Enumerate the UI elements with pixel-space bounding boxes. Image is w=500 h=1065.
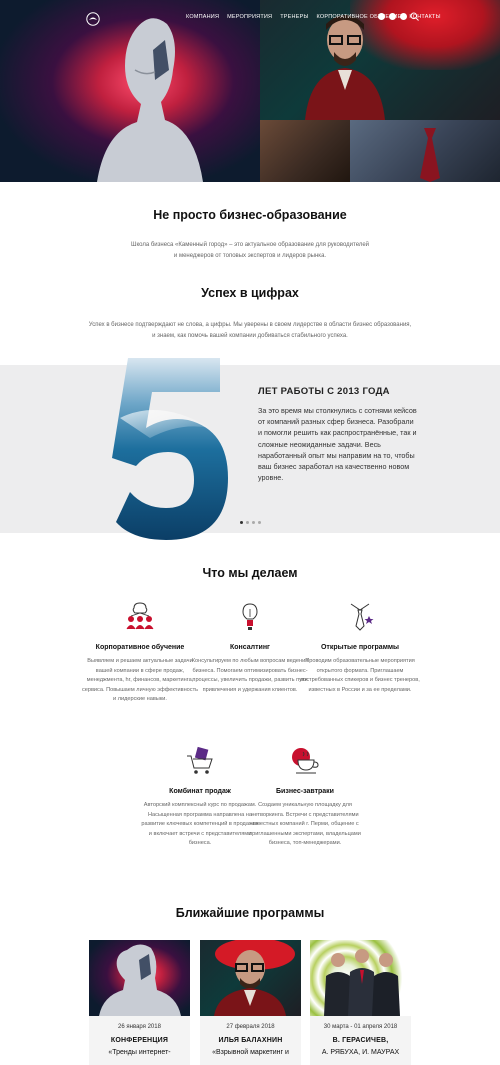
- vk-icon[interactable]: [389, 13, 396, 20]
- program-date: 26 января 2018: [118, 1024, 161, 1030]
- service-open-programs[interactable]: Открытые программы Проводим образователь…: [300, 602, 420, 695]
- nav-link-trainers[interactable]: Тренеры: [280, 14, 308, 20]
- three-speakers-graphic: [324, 949, 400, 1016]
- lightbulb-icon: [242, 603, 258, 630]
- big-number-five: [112, 358, 228, 540]
- nav-link-company[interactable]: Компания: [186, 14, 219, 20]
- stat-heading: ЛЕТ РАБОТЫ С 2013 ГОДА: [258, 386, 390, 397]
- sculpture-bust-graphic: [97, 18, 203, 182]
- success-text-line-2: и знаем, как помочь вашей компании добив…: [152, 333, 348, 339]
- program-card[interactable]: 26 января 2018 КОНФЕРЕНЦИЯ «Тренды интер…: [89, 940, 190, 1065]
- logo-icon[interactable]: [86, 12, 100, 26]
- intro-title: Не просто бизнес-образование: [153, 208, 347, 222]
- program-card-image: [200, 940, 301, 1016]
- search-icon[interactable]: [410, 12, 419, 21]
- slider-dot-2[interactable]: [246, 521, 249, 524]
- intro-text-line-2: и менеджеров от топовых экспертов и лиде…: [173, 253, 327, 259]
- service-title: Бизнес-завтраки: [276, 788, 334, 795]
- service-consulting[interactable]: Консалтинг Консультируем по любым вопрос…: [190, 602, 310, 695]
- slider-pagination: [240, 521, 261, 524]
- program-date: 27 февраля 2018: [226, 1024, 275, 1030]
- program-card[interactable]: 30 марта - 01 апреля 2018 В. ГЕРАСИЧЕВ, …: [310, 940, 411, 1065]
- sculpture-bust-graphic: [99, 944, 181, 1016]
- program-title: КОНФЕРЕНЦИЯ: [110, 1037, 169, 1044]
- program-card-image: [310, 940, 411, 1016]
- program-card[interactable]: 27 февраля 2018 ИЛЬЯ БАЛАХНИН «Взрывной …: [200, 940, 301, 1065]
- tie-icon: [350, 603, 374, 631]
- service-title: Открытые программы: [320, 644, 400, 651]
- service-corporate-training[interactable]: Корпоративное обучение Выявляем и решаем…: [80, 602, 200, 705]
- program-subtitle: «Взрывной маркетинг и: [212, 1049, 289, 1056]
- intro-text-line-1: Школа бизнеса «Каменный город» – это акт…: [130, 242, 370, 248]
- tie-graphic: [420, 128, 440, 182]
- coffee-cup-icon: [292, 748, 319, 774]
- facebook-icon[interactable]: [378, 13, 385, 20]
- program-date: 30 марта - 01 апреля 2018: [323, 1024, 398, 1030]
- hero-tie-image: [350, 120, 500, 182]
- service-sales-combine[interactable]: Комбинат продаж Авторский комплексный ку…: [140, 746, 260, 849]
- service-text: Создаем уникальную площадку для нетворки…: [249, 802, 361, 847]
- team-icon: [126, 602, 154, 630]
- service-text: Консультируем по любым вопросам ведения …: [191, 658, 309, 693]
- success-title: Успех в цифрах: [201, 286, 299, 300]
- stat-description: За это время мы столкнулись с сотнями ке…: [258, 406, 417, 483]
- slider-dot-4[interactable]: [258, 521, 261, 524]
- service-title: Комбинат продаж: [169, 788, 231, 795]
- program-subtitle: А. РЯБУХА, И. МАУРАХ: [321, 1049, 400, 1056]
- hero-banner: Компания Мероприятия Тренеры Корпоративн…: [0, 0, 500, 182]
- slider-dot-3[interactable]: [252, 521, 255, 524]
- program-title: В. ГЕРАСИЧЕВ,: [332, 1037, 389, 1044]
- programs-title: Ближайшие программы: [175, 906, 325, 920]
- service-text: Авторский комплексный курс по продажам. …: [141, 802, 259, 847]
- program-subtitle: «Тренды интернет-: [108, 1049, 171, 1056]
- social-links: [378, 13, 407, 20]
- top-navigation: Компания Мероприятия Тренеры Корпоративн…: [0, 10, 500, 30]
- program-card-image: [89, 940, 190, 1016]
- service-business-breakfasts[interactable]: Бизнес-завтраки Создаем уникальную площа…: [245, 746, 365, 849]
- program-title: ИЛЬЯ БАЛАХНИН: [218, 1037, 283, 1044]
- slider-dot-1[interactable]: [240, 521, 243, 524]
- speaker-figure-graphic: [214, 940, 295, 1016]
- shopping-cart-icon: [187, 746, 213, 774]
- service-title: Консалтинг: [230, 644, 270, 651]
- service-title: Корпоративное обучение: [95, 644, 185, 651]
- services-title: Что мы делаем: [202, 566, 298, 580]
- success-text-line-1: Успех в бизнесе подтверждают не слова, а…: [88, 322, 412, 328]
- stats-slider: [0, 365, 500, 533]
- instagram-icon[interactable]: [400, 13, 407, 20]
- service-text: Выявляем и решаем актуальные задачи ваше…: [81, 658, 199, 703]
- service-text: Проводим образовательные мероприятия отк…: [300, 658, 420, 693]
- hero-statue-image: [260, 120, 350, 182]
- nav-link-events[interactable]: Мероприятия: [227, 14, 272, 20]
